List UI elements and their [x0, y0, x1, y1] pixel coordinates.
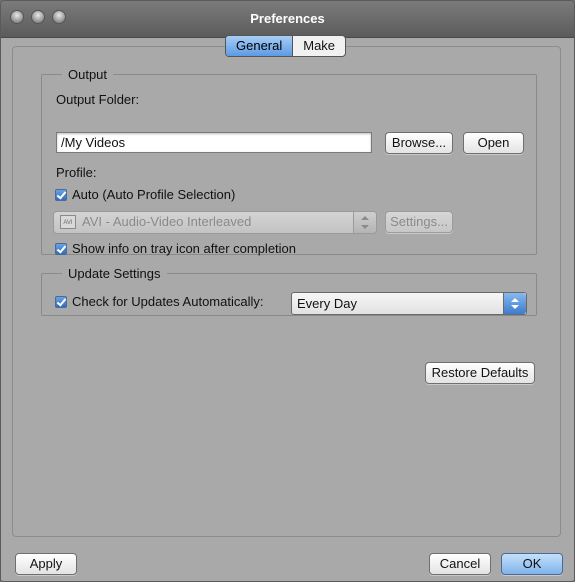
- title-bar[interactable]: Preferences: [1, 1, 574, 38]
- output-group-label: Output: [68, 67, 108, 82]
- tray-info-label: Show info on tray icon after completion: [72, 241, 297, 256]
- update-frequency-value: Every Day: [297, 296, 357, 311]
- tab-make[interactable]: Make: [293, 36, 345, 56]
- preferences-tabs: General Make: [225, 35, 347, 57]
- general-panel: Output Output Folder: /My Videos Browse.…: [12, 46, 561, 537]
- update-frequency-select[interactable]: Every Day: [291, 292, 527, 315]
- auto-update-label: Check for Updates Automatically:: [72, 294, 264, 309]
- chevron-updown-icon: [503, 293, 526, 314]
- auto-update-checkbox[interactable]: [55, 296, 67, 308]
- ok-button[interactable]: OK: [501, 553, 563, 575]
- apply-button[interactable]: Apply: [15, 553, 77, 575]
- preferences-window: Preferences Output Output Folder: /My Vi…: [0, 0, 575, 582]
- profile-label: Profile:: [56, 165, 97, 180]
- chevron-updown-icon: [353, 212, 376, 233]
- window-title: Preferences: [250, 11, 325, 26]
- profile-settings-button[interactable]: Settings...: [385, 211, 453, 233]
- browse-button[interactable]: Browse...: [385, 132, 453, 154]
- open-button[interactable]: Open: [463, 132, 524, 154]
- profile-select-value: AVI - Audio-Video Interleaved: [82, 214, 252, 229]
- output-folder-input[interactable]: /My Videos: [56, 132, 372, 153]
- update-settings-label: Update Settings: [68, 266, 161, 281]
- profile-select[interactable]: AVI AVI - Audio-Video Interleaved: [53, 211, 377, 234]
- avi-file-icon: AVI: [60, 215, 76, 229]
- output-group: Output Output Folder: /My Videos Browse.…: [41, 67, 537, 256]
- cancel-button[interactable]: Cancel: [429, 553, 491, 575]
- tray-info-checkbox[interactable]: [55, 243, 67, 255]
- output-folder-label: Output Folder:: [56, 92, 140, 107]
- auto-profile-label: Auto (Auto Profile Selection): [72, 187, 236, 202]
- update-settings-group: Update Settings Check for Updates Automa…: [41, 266, 537, 316]
- restore-defaults-button[interactable]: Restore Defaults: [425, 362, 535, 384]
- auto-profile-checkbox[interactable]: [55, 189, 67, 201]
- tab-general[interactable]: General: [226, 36, 294, 56]
